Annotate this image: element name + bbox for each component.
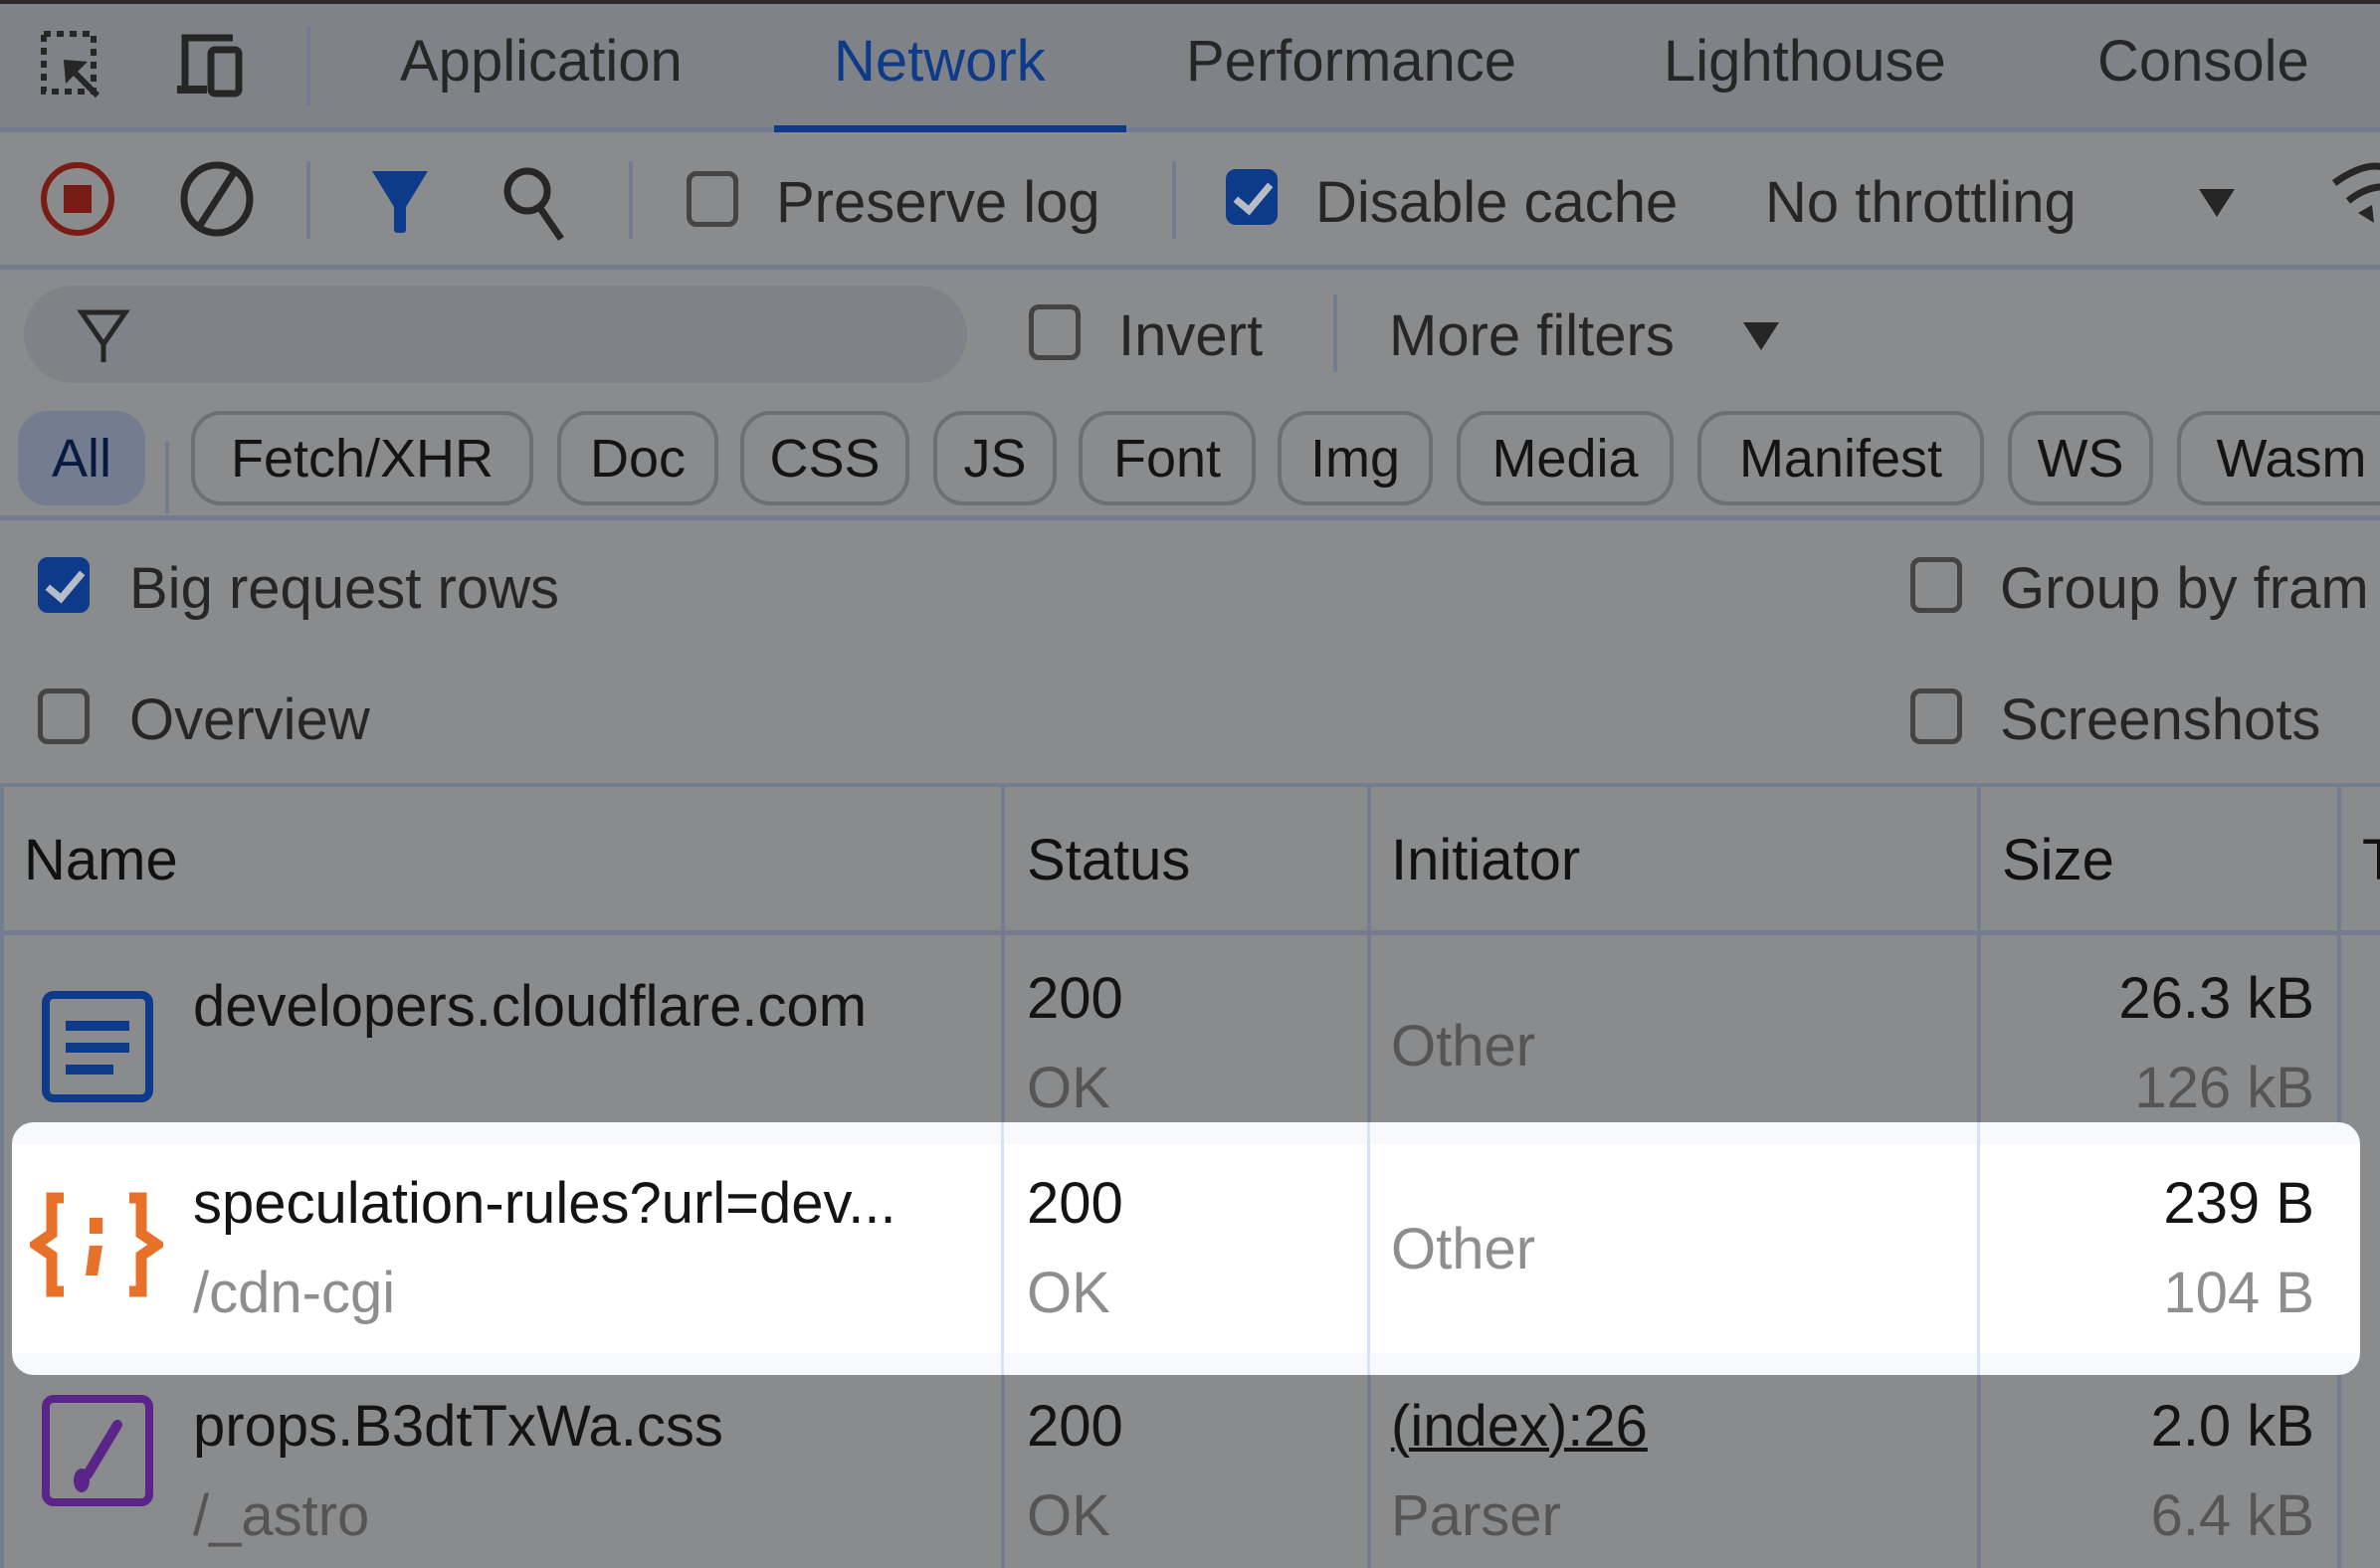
- screenshots-label: Screenshots: [2000, 687, 2321, 752]
- stop-recording-icon[interactable]: [38, 159, 117, 239]
- chips-divider: [0, 515, 2380, 520]
- filter-input[interactable]: [24, 286, 967, 383]
- type-filter-css[interactable]: CSS: [740, 411, 909, 505]
- status-code: 200: [1027, 1171, 1123, 1236]
- request-path: /_astro: [193, 1483, 370, 1548]
- tab-lighthouse[interactable]: Lighthouse: [1664, 28, 1946, 95]
- status-text: OK: [1027, 1056, 1110, 1120]
- size-transferred: 239 B: [2163, 1171, 2314, 1236]
- search-icon[interactable]: [501, 163, 571, 243]
- status-code: 200: [1027, 966, 1123, 1031]
- toolbar-divider: [0, 265, 2380, 270]
- request-name: speculation-rules?url=dev...: [193, 1171, 896, 1236]
- type-filter-img[interactable]: Img: [1278, 411, 1433, 505]
- big-request-rows-checkbox[interactable]: [38, 557, 90, 613]
- invert-label: Invert: [1118, 303, 1264, 368]
- type-filter-ws[interactable]: WS: [2008, 411, 2153, 505]
- column-header-initiator[interactable]: Initiator: [1391, 827, 1580, 893]
- active-tab-indicator: [774, 125, 1126, 132]
- script-icon: [30, 1192, 163, 1297]
- request-name: props.B3dtTxWa.css: [193, 1394, 723, 1459]
- chip-separator: [165, 442, 169, 513]
- column-header-time[interactable]: T: [2362, 827, 2380, 893]
- size-resource: 126 kB: [2134, 1056, 2314, 1120]
- preserve-log-label: Preserve log: [776, 170, 1100, 235]
- type-filter-all[interactable]: All: [18, 411, 145, 505]
- group-by-frame-checkbox[interactable]: [1910, 557, 1962, 613]
- overview-label: Overview: [129, 687, 370, 752]
- table-header: Name Status Initiator Size T: [0, 783, 2380, 935]
- clear-icon[interactable]: [177, 159, 257, 239]
- disable-cache-label: Disable cache: [1315, 170, 1679, 235]
- toolbar-separator: [306, 161, 310, 239]
- status-text: OK: [1027, 1261, 1110, 1325]
- type-filter-fetch-xhr[interactable]: Fetch/XHR: [191, 411, 533, 505]
- size-resource: 6.4 kB: [2150, 1483, 2314, 1548]
- inspect-element-icon[interactable]: [40, 30, 115, 99]
- disable-cache-checkbox[interactable]: [1226, 169, 1278, 225]
- initiator-link[interactable]: (index):26: [1391, 1393, 1648, 1460]
- tab-application[interactable]: Application: [400, 28, 683, 95]
- toolbar-separator: [629, 161, 633, 239]
- more-filters-button[interactable]: More filters: [1389, 302, 1675, 369]
- status-text: OK: [1027, 1483, 1110, 1548]
- screenshots-checkbox[interactable]: [1910, 688, 1962, 744]
- invert-checkbox[interactable]: [1029, 304, 1081, 360]
- big-request-rows-label: Big request rows: [129, 556, 559, 621]
- type-filter-doc[interactable]: Doc: [557, 411, 718, 505]
- chevron-down-icon[interactable]: [2195, 185, 2239, 221]
- wifi-icon[interactable]: [2328, 159, 2380, 239]
- type-filter-font[interactable]: Font: [1079, 411, 1256, 505]
- type-filter-media[interactable]: Media: [1457, 411, 1674, 505]
- initiator: Other: [1391, 1014, 1536, 1078]
- initiator: Other: [1391, 1217, 1536, 1281]
- tab-console[interactable]: Console: [2097, 28, 2309, 95]
- throttling-select[interactable]: No throttling: [1765, 169, 2077, 236]
- size-resource: 104 B: [2163, 1261, 2314, 1325]
- column-header-status[interactable]: Status: [1027, 827, 1190, 893]
- column-header-name[interactable]: Name: [24, 827, 178, 893]
- initiator-type: Parser: [1391, 1483, 1561, 1548]
- document-icon: [42, 991, 153, 1102]
- filter-separator: [1333, 294, 1337, 372]
- type-filter-js[interactable]: JS: [933, 411, 1057, 505]
- tab-performance[interactable]: Performance: [1186, 28, 1516, 95]
- status-code: 200: [1027, 1394, 1123, 1459]
- column-header-size[interactable]: Size: [2002, 827, 2114, 893]
- request-path: /cdn-cgi: [193, 1261, 396, 1325]
- table-row-selected[interactable]: speculation-rules?url=dev... /cdn-cgi 20…: [0, 1122, 2380, 1375]
- group-by-frame-label: Group by fram: [2000, 556, 2369, 621]
- table-row[interactable]: props.B3dtTxWa.css /_astro 200 OK (index…: [0, 1375, 2380, 1568]
- filter-icon[interactable]: [368, 167, 432, 237]
- tab-network[interactable]: Network: [834, 28, 1046, 95]
- device-toolbar-icon[interactable]: [175, 32, 259, 98]
- preserve-log-checkbox[interactable]: [687, 171, 738, 227]
- size-transferred: 26.3 kB: [2118, 966, 2314, 1031]
- overview-checkbox[interactable]: [38, 688, 90, 744]
- table-row[interactable]: developers.cloudflare.com 200 OK Other 2…: [0, 935, 2380, 1122]
- stylesheet-icon: [42, 1395, 153, 1506]
- tab-bar-separator: [306, 26, 310, 105]
- filter-icon: [77, 309, 130, 362]
- toolbar-separator: [1172, 161, 1176, 239]
- request-name: developers.cloudflare.com: [193, 974, 868, 1039]
- chevron-down-icon: [1743, 322, 1779, 350]
- type-filter-wasm[interactable]: Wasm: [2177, 411, 2380, 505]
- size-transferred: 2.0 kB: [2150, 1394, 2314, 1459]
- type-filter-manifest[interactable]: Manifest: [1697, 411, 1984, 505]
